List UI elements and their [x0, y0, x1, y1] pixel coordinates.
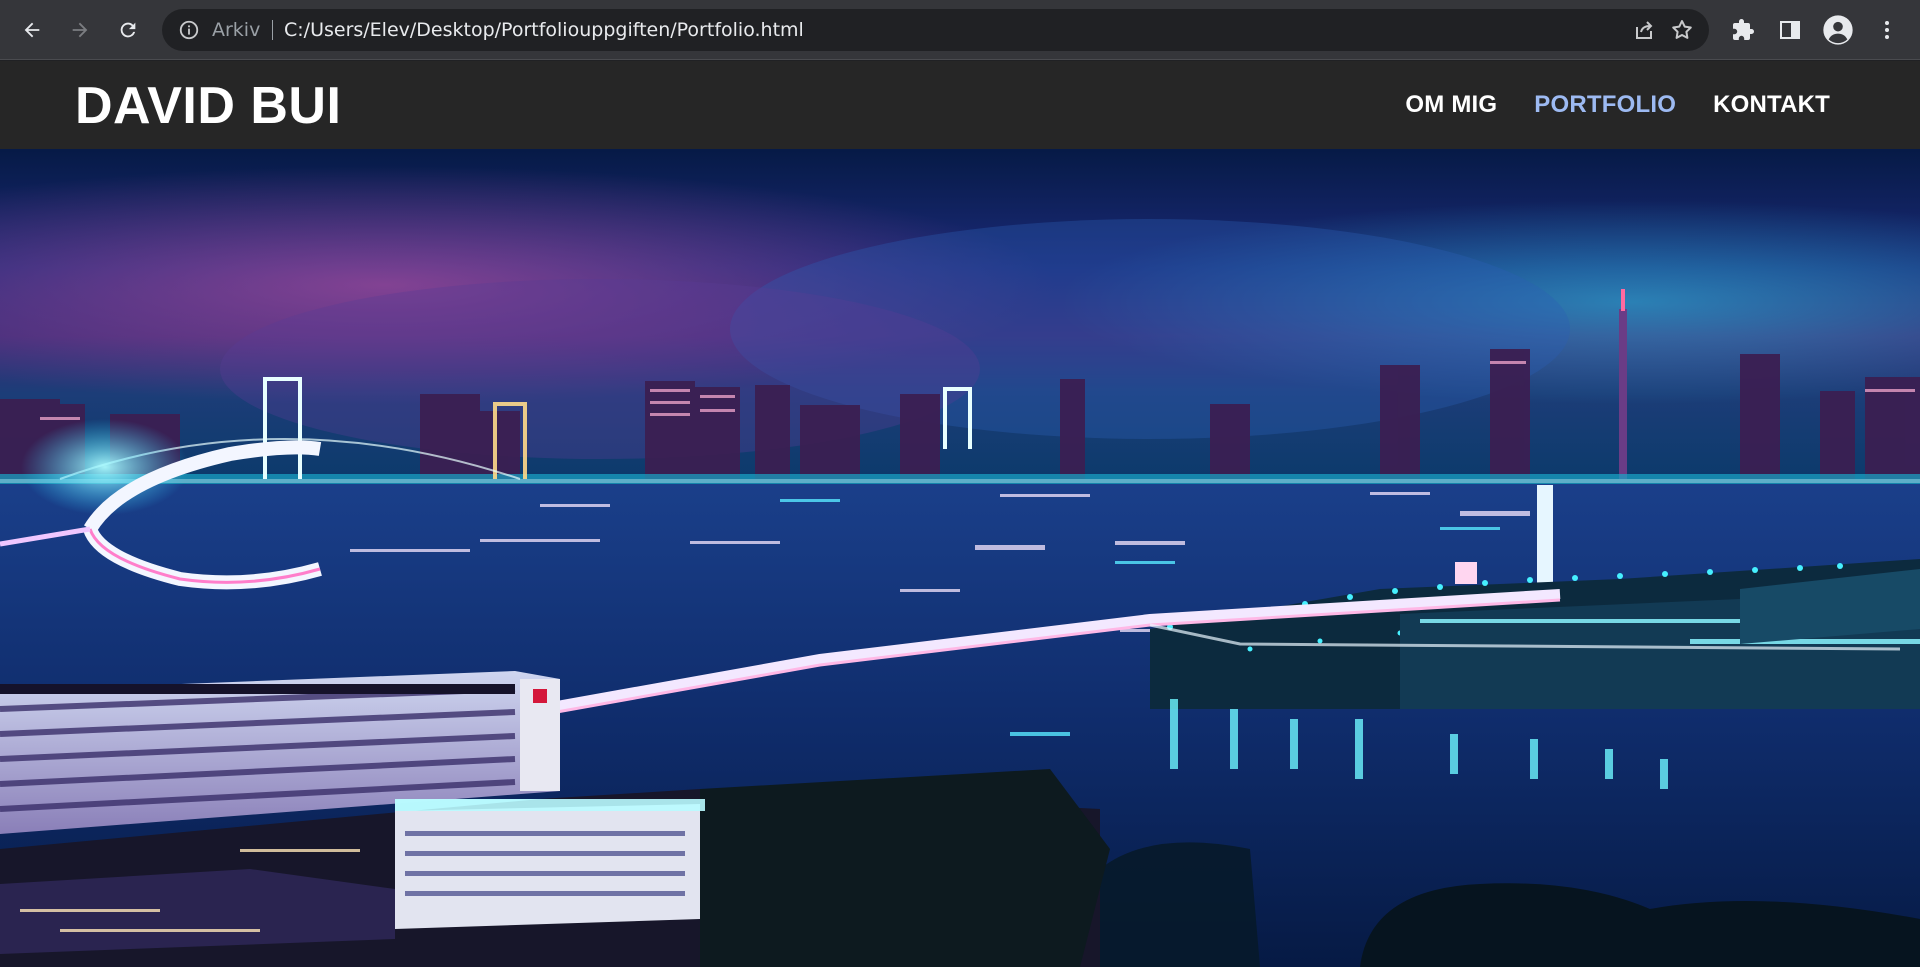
url-scheme-label: Arkiv — [212, 19, 261, 41]
site-header: DAVID BUI OM MIG PORTFOLIO KONTAKT — [0, 61, 1920, 149]
browser-toolbar: Arkiv C:/Users/Elev/Desktop/Portfolioupp… — [0, 0, 1920, 60]
reload-icon — [120, 22, 136, 38]
info-icon[interactable] — [178, 19, 200, 41]
url-text[interactable]: C:/Users/Elev/Desktop/Portfoliouppgiften… — [284, 9, 804, 51]
back-button[interactable] — [16, 14, 48, 46]
hero-image — [0, 149, 1920, 967]
nav-link-om-mig[interactable]: OM MIG — [1405, 91, 1497, 119]
night-city-harbor-photo — [0, 149, 1920, 967]
arrow-left-icon — [24, 22, 40, 38]
side-panel-button[interactable] — [1774, 14, 1806, 46]
side-panel-icon — [1780, 21, 1800, 39]
star-icon[interactable] — [1670, 18, 1694, 42]
site-nav: OM MIG PORTFOLIO KONTAKT — [1368, 61, 1830, 149]
omnibox-divider — [272, 20, 273, 40]
nav-link-portfolio[interactable]: PORTFOLIO — [1534, 91, 1676, 119]
share-icon[interactable] — [1632, 18, 1656, 42]
extensions-button[interactable] — [1727, 14, 1759, 46]
avatar-icon — [1823, 15, 1853, 45]
nav-link-kontakt[interactable]: KONTAKT — [1713, 91, 1830, 119]
kebab-menu-icon — [1885, 21, 1889, 39]
site-logo[interactable]: DAVID BUI — [75, 75, 341, 137]
address-bar[interactable]: Arkiv C:/Users/Elev/Desktop/Portfolioupp… — [162, 9, 1709, 51]
arrow-right-icon — [72, 22, 88, 38]
reload-button[interactable] — [112, 14, 144, 46]
browser-menu-button[interactable] — [1871, 14, 1903, 46]
puzzle-icon — [1733, 19, 1754, 40]
profile-button[interactable] — [1822, 14, 1854, 46]
forward-button[interactable] — [64, 14, 96, 46]
